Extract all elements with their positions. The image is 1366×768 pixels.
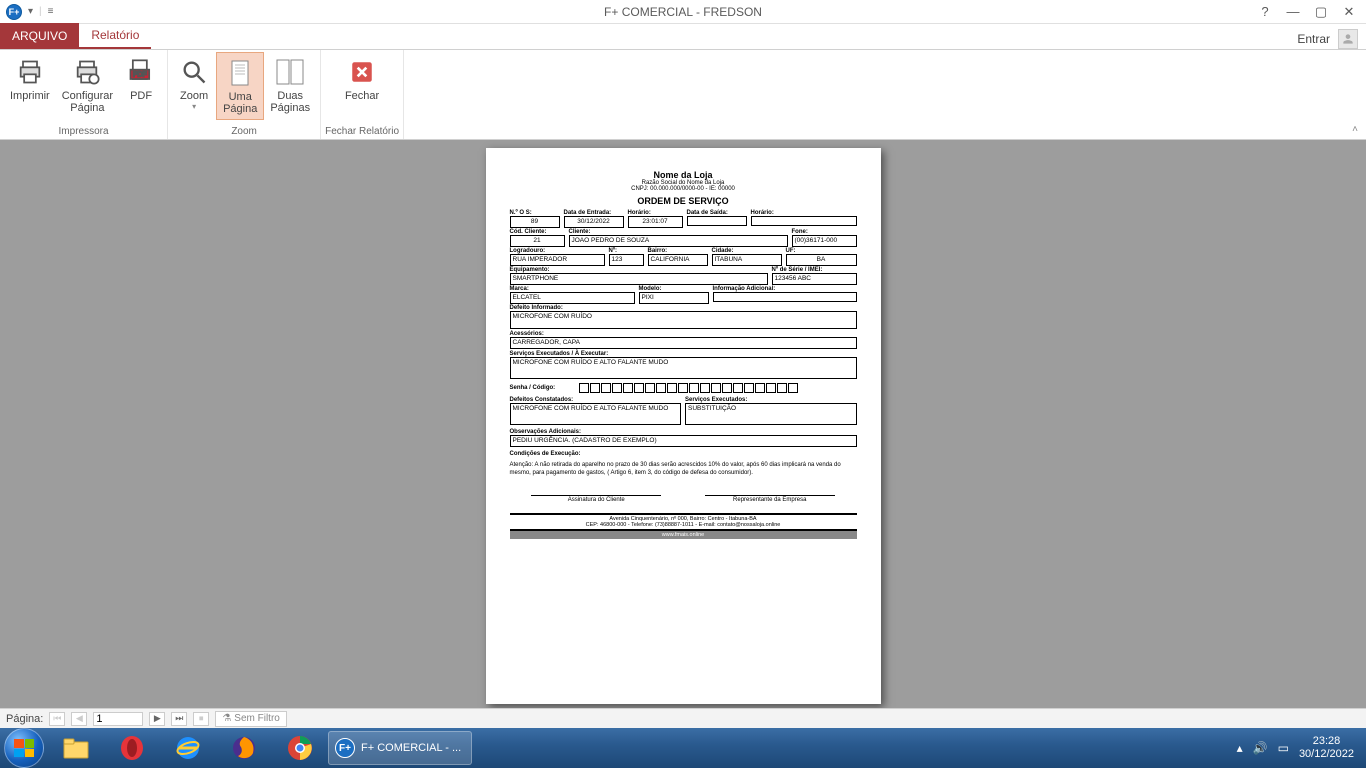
- minimize-button[interactable]: —: [1286, 5, 1300, 19]
- two-pages-label: Duas Páginas: [270, 90, 310, 114]
- clock[interactable]: 23:28 30/12/2022: [1299, 735, 1354, 761]
- chevron-down-icon: ▾: [192, 102, 196, 111]
- filter-icon: ⚗: [222, 713, 231, 724]
- page-setup-icon: [71, 56, 103, 88]
- one-page-label: Uma Página: [223, 91, 257, 115]
- print-label: Imprimir: [10, 90, 50, 102]
- taskbar-opera[interactable]: [104, 731, 160, 765]
- close-report-button[interactable]: Fechar: [339, 52, 385, 106]
- status-bar: Página: ⏮ ◀ ▶ ⏭ ⏹ ⚗ Sem Filtro: [0, 708, 1366, 728]
- zoom-label: Zoom: [180, 90, 208, 102]
- last-page-button[interactable]: ⏭: [171, 712, 187, 726]
- qat-separator: |: [39, 6, 42, 17]
- pdf-label: PDF: [130, 90, 152, 102]
- page-setup-button[interactable]: Configurar Página: [56, 52, 119, 118]
- taskbar: F+ F+ COMERCIAL - ... ▴ 🔊 ▭ 23:28 30/12/…: [0, 728, 1366, 768]
- group-fechar-label: Fechar Relatório: [325, 126, 399, 139]
- ribbon: Imprimir Configurar Página PDF PDF Impre…: [0, 50, 1366, 140]
- report-footer: Avenida Cinquentenário, nº 000, Bairro: …: [510, 513, 857, 531]
- prev-page-button[interactable]: ◀: [71, 712, 87, 726]
- show-hidden-icon[interactable]: ▴: [1237, 741, 1243, 755]
- close-report-label: Fechar: [345, 90, 379, 102]
- password-boxes: [579, 383, 798, 393]
- file-tab[interactable]: ARQUIVO: [0, 23, 79, 49]
- store-name: Nome da Loja: [510, 170, 857, 180]
- maximize-button[interactable]: ▢: [1314, 5, 1328, 19]
- taskbar-explorer[interactable]: [48, 731, 104, 765]
- print-button[interactable]: Imprimir: [4, 52, 56, 106]
- qat-dropdown-icon[interactable]: ▾: [28, 6, 33, 17]
- report-workspace[interactable]: Nome da Loja Razão Social do Nome da Loj…: [0, 140, 1366, 708]
- window-title: F+ COMERCIAL - FREDSON: [604, 5, 762, 19]
- report-title: ORDEM DE SERVIÇO: [510, 196, 857, 206]
- report-page: Nome da Loja Razão Social do Nome da Loj…: [486, 148, 881, 704]
- close-button[interactable]: ✕: [1342, 5, 1356, 19]
- one-page-button[interactable]: Uma Página: [216, 52, 264, 120]
- pdf-icon: PDF: [125, 56, 157, 88]
- two-pages-icon: [274, 56, 306, 88]
- qat-overflow-icon[interactable]: ≡: [48, 6, 54, 17]
- close-icon: [346, 56, 378, 88]
- user-avatar[interactable]: [1338, 29, 1358, 49]
- taskbar-firefox[interactable]: [216, 731, 272, 765]
- group-zoom-label: Zoom: [231, 126, 257, 139]
- collapse-ribbon-icon[interactable]: ˄: [1352, 124, 1358, 135]
- help-button[interactable]: ?: [1258, 5, 1272, 19]
- report-footer-site: www.fmais.online: [510, 531, 857, 539]
- ribbon-tabs: ARQUIVO Relatório Entrar: [0, 24, 1366, 50]
- store-cnpj: CNPJ: 00.000.000/0000-00 - IE: 00000: [510, 186, 857, 192]
- one-page-icon: [224, 57, 256, 89]
- printer-icon: [14, 56, 46, 88]
- zoom-button[interactable]: Zoom ▾: [172, 52, 216, 115]
- svg-text:PDF: PDF: [133, 72, 147, 79]
- app-icon: F+: [6, 4, 22, 20]
- tab-relatorio[interactable]: Relatório: [79, 23, 151, 49]
- attention-text: Atenção: A não retirada do aparelho no p…: [510, 461, 857, 477]
- start-button[interactable]: [4, 728, 44, 768]
- signin-link[interactable]: Entrar: [1297, 32, 1330, 46]
- two-pages-button[interactable]: Duas Páginas: [264, 52, 316, 118]
- app-taskbar-icon: F+: [335, 738, 355, 758]
- taskbar-ie[interactable]: [160, 731, 216, 765]
- first-page-button[interactable]: ⏮: [49, 712, 65, 726]
- magnifier-icon: [178, 56, 210, 88]
- next-page-button[interactable]: ▶: [149, 712, 165, 726]
- windows-logo-icon: [14, 739, 34, 757]
- action-center-icon[interactable]: ▭: [1278, 741, 1289, 755]
- filter-button[interactable]: ⚗ Sem Filtro: [215, 711, 287, 727]
- stop-button[interactable]: ⏹: [193, 712, 209, 726]
- pdf-button[interactable]: PDF PDF: [119, 52, 163, 106]
- system-tray: ▴ 🔊 ▭ 23:28 30/12/2022: [1237, 735, 1362, 761]
- page-setup-label: Configurar Página: [62, 90, 113, 114]
- volume-icon[interactable]: 🔊: [1253, 741, 1268, 755]
- group-impressora-label: Impressora: [59, 126, 109, 139]
- page-label: Página:: [6, 713, 43, 725]
- taskbar-app-label: F+ COMERCIAL - ...: [361, 742, 461, 754]
- signature-rep: Representante da Empresa: [705, 495, 835, 503]
- signature-client: Assinatura do Cliente: [531, 495, 661, 503]
- title-bar: F+ ▾ | ≡ F+ COMERCIAL - FREDSON ? — ▢ ✕: [0, 0, 1366, 24]
- taskbar-chrome[interactable]: [272, 731, 328, 765]
- taskbar-app-running[interactable]: F+ F+ COMERCIAL - ...: [328, 731, 472, 765]
- page-number-input[interactable]: [93, 712, 143, 726]
